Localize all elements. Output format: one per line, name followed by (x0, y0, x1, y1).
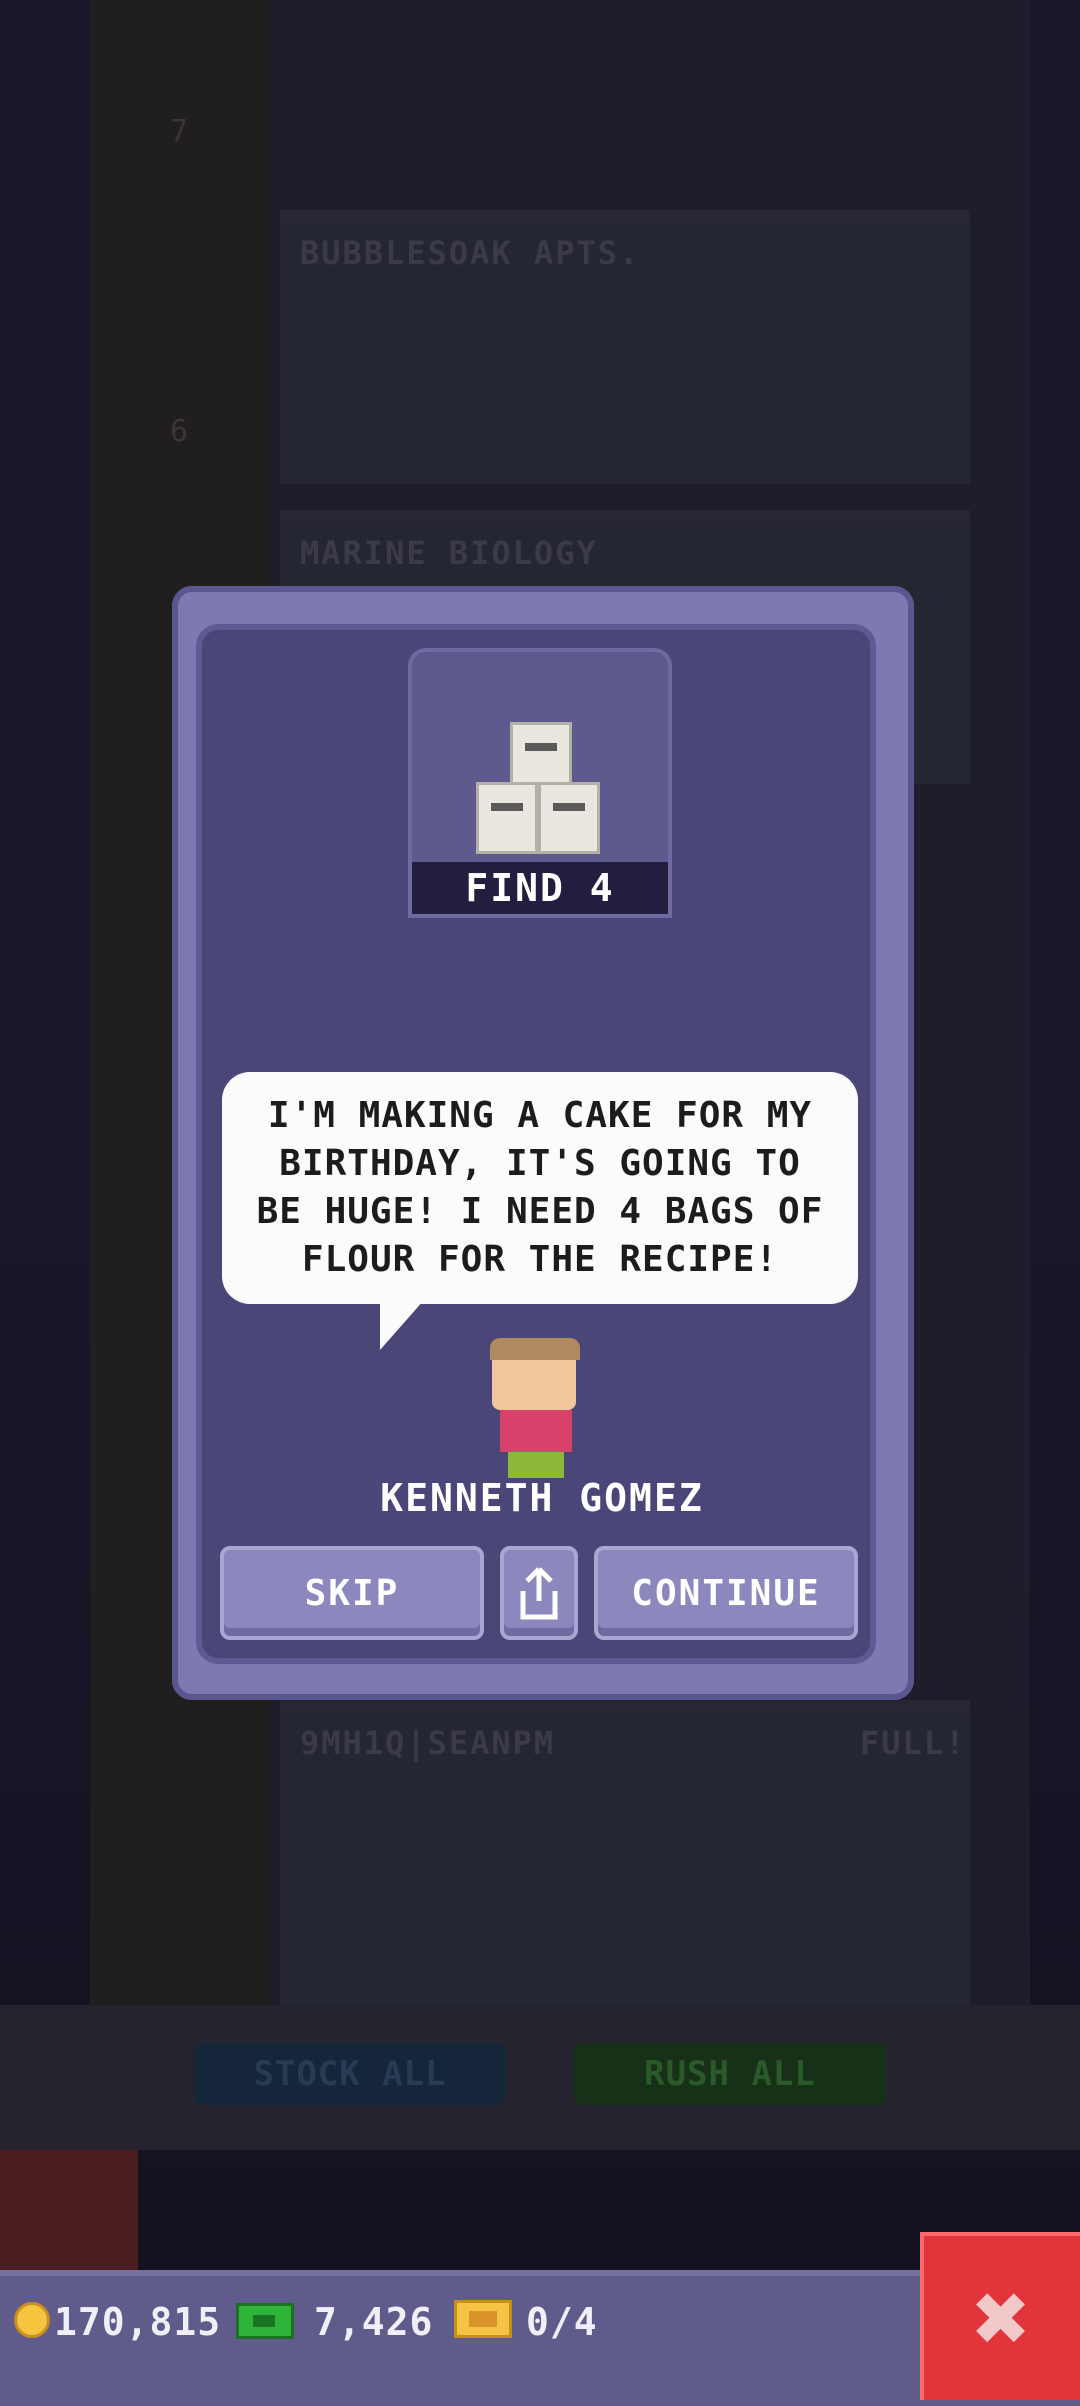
stock-all-button[interactable]: STOCK ALL (194, 2043, 506, 2105)
coin-icon (14, 2302, 50, 2338)
close-icon: ✖ (973, 2262, 1031, 2374)
bux-count: 7,426 (314, 2300, 434, 2344)
tickets-count: 0/4 (526, 2300, 598, 2344)
share-button[interactable] (500, 1546, 578, 1640)
flour-bags-icon (538, 782, 600, 854)
speech-bubble-tail (380, 1300, 424, 1350)
speech-bubble: I'M MAKING A CAKE FOR MY BIRTHDAY, IT'S … (222, 1072, 858, 1304)
elevator-button[interactable] (0, 2150, 138, 2280)
character-avatar (490, 1338, 582, 1478)
mission-item: FIND 4 (408, 648, 672, 918)
coins-count: 170,815 (54, 2300, 222, 2344)
action-bar (0, 2005, 1080, 2150)
find-count-label: FIND 4 (412, 862, 668, 914)
skip-button[interactable]: SKIP (220, 1546, 484, 1640)
character-name: KENNETH GOMEZ (380, 1476, 704, 1520)
flour-bags-icon (476, 782, 538, 854)
continue-button[interactable]: CONTINUE (594, 1546, 858, 1640)
share-icon (520, 1567, 558, 1620)
close-button[interactable]: ✖ (920, 2232, 1080, 2400)
bux-icon (236, 2303, 294, 2339)
ticket-icon (454, 2300, 512, 2338)
rush-all-button[interactable]: RUSH ALL (574, 2043, 886, 2105)
mission-message: I'M MAKING A CAKE FOR MY BIRTHDAY, IT'S … (256, 1095, 824, 1280)
